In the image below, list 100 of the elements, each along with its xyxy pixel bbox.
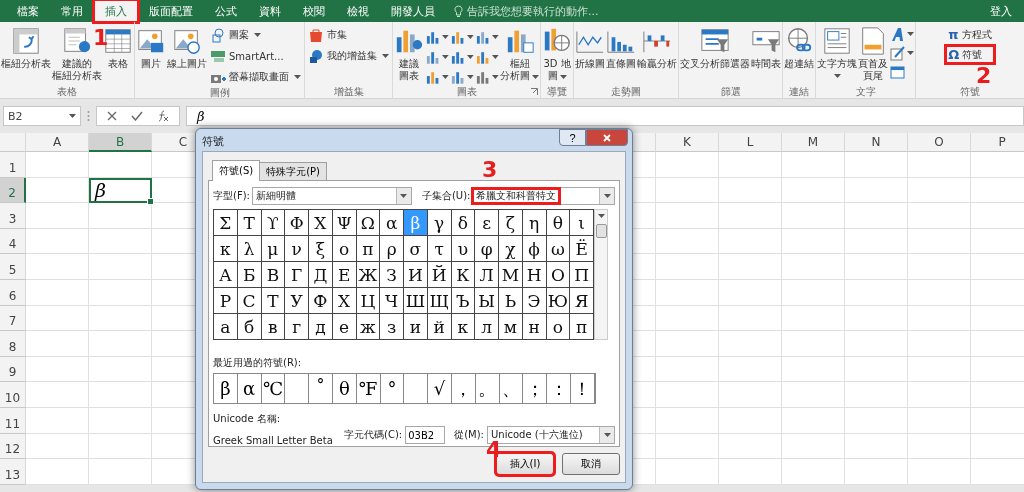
symbol-cell[interactable]: д — [309, 314, 333, 340]
symbol-cell[interactable]: З — [380, 262, 404, 288]
symbol-cell[interactable]: Н — [522, 262, 547, 288]
symbol-cell[interactable]: ж — [356, 314, 381, 340]
ribbon-button[interactable]: 圖案 — [208, 26, 303, 44]
column-header[interactable]: M — [782, 133, 845, 152]
symbol-cell[interactable]: С — [237, 288, 262, 314]
row-header[interactable]: 7 — [0, 305, 26, 332]
symbol-cell[interactable]: λ — [237, 236, 262, 262]
symbol-cell[interactable]: Ё — [570, 236, 594, 262]
symbol-cell[interactable]: π — [356, 236, 381, 262]
symbol-cell[interactable]: ϕ — [522, 236, 547, 262]
ribbon-button[interactable]: 文字方塊 — [817, 26, 857, 85]
ribbon-button[interactable]: 直條圖 — [606, 26, 636, 85]
ribbon-button[interactable]: 超連結 — [784, 26, 814, 85]
symbol-cell[interactable]: Φ — [285, 210, 309, 236]
ribbon-tab[interactable]: 檢視 — [336, 0, 380, 22]
dialog-button[interactable]: 取消 — [562, 453, 620, 475]
row-header[interactable]: 3 — [0, 203, 26, 229]
ribbon-button[interactable]: 輸贏分析 — [637, 26, 677, 85]
char-code-field[interactable]: 03B2 — [405, 426, 446, 444]
ribbon-button[interactable]: π 方程式 — [946, 26, 994, 43]
dialog-tab[interactable]: 符號(S) — [212, 160, 261, 181]
symbol-cell[interactable]: γ — [427, 210, 452, 236]
symbol-cell[interactable]: к — [451, 314, 476, 340]
symbol-cell[interactable]: ν — [285, 236, 309, 262]
ribbon-tab[interactable]: 插入 — [94, 0, 138, 22]
column-header[interactable]: L — [719, 133, 782, 152]
formula-field[interactable]: β — [186, 106, 1024, 126]
symbol-cell[interactable]: А — [214, 262, 238, 288]
symbol-cell[interactable]: м — [499, 314, 523, 340]
ribbon-tab[interactable]: 檔案 — [6, 0, 50, 22]
ribbon-button[interactable] — [889, 45, 914, 61]
symbol-cell[interactable]: θ — [546, 210, 571, 236]
symbol-cell[interactable]: Ю — [546, 288, 571, 314]
symbol-cell[interactable]: ζ — [499, 210, 523, 236]
ribbon-button[interactable]: 3D 地 圖 — [542, 26, 572, 85]
symbol-cell[interactable]: ο — [332, 236, 357, 262]
name-box[interactable]: B2 — [3, 106, 81, 126]
symbol-cell[interactable]: Ц — [356, 288, 381, 314]
sign-in-link[interactable]: 登入 — [978, 0, 1024, 22]
column-header[interactable]: B — [89, 133, 152, 152]
symbol-cell[interactable]: н — [522, 314, 547, 340]
symbol-cell[interactable]: г — [285, 314, 309, 340]
symbol-cell[interactable]: Χ — [309, 210, 333, 236]
symbol-cell[interactable]: Р — [214, 288, 238, 314]
scrollbar-thumb[interactable] — [595, 224, 607, 238]
symbol-cell[interactable]: Е — [332, 262, 357, 288]
symbol-cell[interactable]: ℃ — [261, 374, 286, 403]
cancel-icon[interactable] — [107, 111, 117, 121]
symbol-cell[interactable]: α — [380, 210, 404, 236]
symbol-cell[interactable]: ξ — [309, 236, 333, 262]
symbol-cell[interactable]: Τ — [237, 210, 262, 236]
symbol-cell[interactable]: Σ — [214, 210, 238, 236]
symbol-cell[interactable]: Я — [570, 288, 594, 314]
launcher-icon[interactable] — [531, 88, 538, 95]
symbol-cell[interactable]: ℉ — [356, 374, 381, 403]
symbol-cell[interactable]: δ — [451, 210, 476, 236]
column-header[interactable]: A — [26, 133, 89, 152]
symbol-cell[interactable]: п — [570, 314, 594, 340]
symbol-cell[interactable]: ϒ — [261, 210, 286, 236]
ribbon-button[interactable]: 市集 — [306, 26, 391, 44]
symbol-cell[interactable]: К — [451, 262, 476, 288]
symbol-cell[interactable]: В — [261, 262, 286, 288]
symbol-cell[interactable]: Ъ — [451, 288, 476, 314]
ribbon-button[interactable]: 時間表 — [751, 26, 781, 85]
ribbon-button[interactable]: 折線圖 — [575, 26, 605, 85]
ribbon-button[interactable]: 圖片 — [136, 26, 166, 86]
symbol-cell[interactable]: Ж — [356, 262, 381, 288]
symbol-cell[interactable]: е — [332, 314, 357, 340]
symbol-cell[interactable]: Ч — [380, 288, 404, 314]
symbol-cell[interactable]: Л — [475, 262, 499, 288]
symbol-cell[interactable]: У — [285, 288, 309, 314]
column-header[interactable]: K — [656, 133, 719, 152]
symbol-cell[interactable]: И — [404, 262, 428, 288]
row-header[interactable]: 9 — [0, 356, 26, 383]
dialog-button[interactable]: 插入(I) — [496, 453, 554, 475]
close-button[interactable] — [586, 129, 628, 146]
symbol-cell[interactable]: ρ — [380, 236, 404, 262]
symbol-cell[interactable]: б — [237, 314, 262, 340]
ribbon-button[interactable]: 頁首及 頁尾 — [858, 26, 888, 85]
symbol-cell[interactable]: σ — [404, 236, 428, 262]
symbol-cell[interactable]: о — [546, 314, 571, 340]
row-header[interactable]: 8 — [0, 331, 26, 357]
column-header[interactable]: O — [908, 133, 971, 152]
ribbon-button[interactable]: SmartArt... — [208, 47, 303, 65]
ribbon-button[interactable]: 樞紐 分析圖 — [500, 26, 539, 85]
symbol-cell[interactable]: μ — [261, 236, 286, 262]
row-header[interactable]: 13 — [0, 459, 26, 485]
symbol-cell[interactable]: χ — [499, 236, 523, 262]
symbol-cell[interactable]: Д — [309, 262, 333, 288]
ribbon-tab[interactable]: 開發人員 — [380, 0, 446, 22]
ribbon-tab[interactable]: 校閱 — [292, 0, 336, 22]
symbol-cell[interactable]: з — [380, 314, 404, 340]
row-header[interactable]: 11 — [0, 407, 26, 434]
column-header[interactable]: N — [845, 133, 908, 152]
scrollbar[interactable] — [594, 209, 608, 340]
ribbon-tab[interactable]: 版面配置 — [138, 0, 204, 22]
active-cell[interactable]: β — [89, 177, 152, 204]
help-button[interactable]: ? — [559, 129, 586, 146]
